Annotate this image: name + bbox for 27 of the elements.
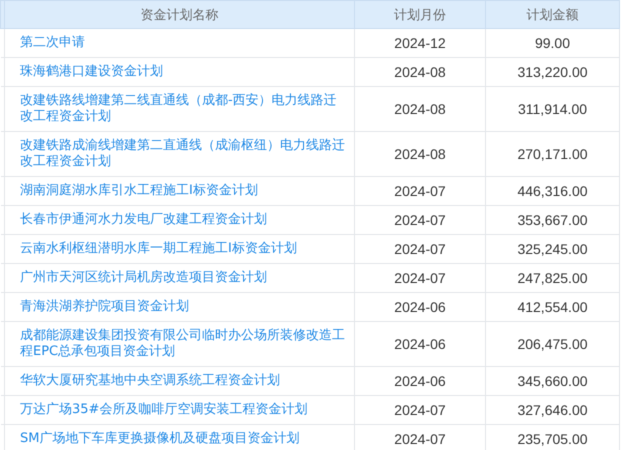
amount-cell: 412,554.00: [486, 292, 620, 322]
month-cell: 2024-06: [354, 322, 486, 366]
amount-cell: 353,667.00: [486, 206, 620, 234]
month-cell: 2024-08: [354, 58, 486, 86]
month-cell: 2024-08: [354, 86, 486, 132]
month-cell: 2024-07: [354, 176, 486, 206]
month-cell: 2024-07: [354, 396, 486, 424]
column-header: 计划月份: [354, 0, 486, 28]
month-cell: 2024-06: [354, 292, 486, 322]
column-header: 资金计划名称: [4, 0, 354, 28]
amount-cell: 206,475.00: [486, 322, 620, 366]
month-cell: 2024-07: [354, 206, 486, 234]
amount-cell: 311,914.00: [486, 86, 620, 132]
amount-cell: 313,220.00: [486, 58, 620, 86]
month-cell: 2024-12: [354, 28, 486, 58]
column-header: 计划金额: [486, 0, 620, 28]
month-cell: 2024-08: [354, 132, 486, 176]
amount-cell: 325,245.00: [486, 234, 620, 264]
month-cell: 2024-07: [354, 264, 486, 292]
amount-cell: 270,171.00: [486, 132, 620, 176]
amount-cell: 99.00: [486, 28, 620, 58]
month-cell: 2024-06: [354, 366, 486, 396]
amount-cell: 327,646.00: [486, 396, 620, 424]
amount-cell: 345,660.00: [486, 366, 620, 396]
amount-cell: 247,825.00: [486, 264, 620, 292]
month-cell: 2024-07: [354, 234, 486, 264]
amount-cell: 446,316.00: [486, 176, 620, 206]
